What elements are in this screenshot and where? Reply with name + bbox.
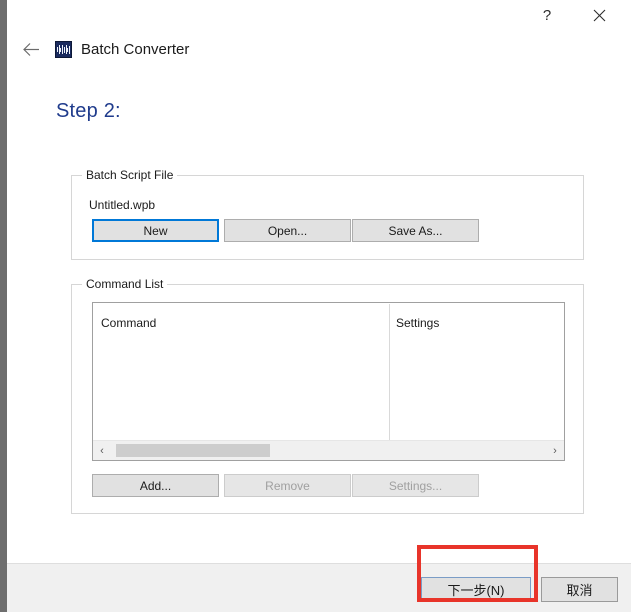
window-left-edge-strip [0, 0, 7, 612]
command-list-group-title: Command List [82, 277, 168, 291]
scroll-right-icon[interactable]: › [546, 441, 564, 460]
command-listview[interactable]: Command Settings ‹ › [92, 302, 565, 461]
app-title: Batch Converter [81, 41, 190, 58]
cancel-button-label: 取消 [566, 583, 593, 598]
batch-script-file-group: Batch Script File Untitled.wpb New Open.… [71, 168, 584, 260]
save-as-button[interactable]: Save As... [352, 219, 479, 242]
column-header-settings[interactable]: Settings [396, 316, 439, 330]
close-button[interactable] [576, 0, 622, 31]
settings-button-label: Settings... [388, 478, 443, 493]
back-arrow-icon [22, 42, 41, 60]
cancel-button[interactable]: 取消 [541, 577, 618, 602]
command-list-group: Command List Command Settings ‹ › Add...… [71, 277, 584, 514]
remove-button: Remove [224, 474, 351, 497]
wizard-footer: 下一步(N) 取消 [7, 563, 631, 612]
wizard-header: Batch Converter [7, 36, 631, 66]
open-button[interactable]: Open... [224, 219, 351, 242]
new-button[interactable]: New [92, 219, 219, 242]
batch-converter-wizard-window: ? Batch Converter Step 2: Batch Script F… [7, 0, 631, 612]
title-bar: ? [7, 0, 631, 32]
save-as-button-label: Save As... [388, 223, 443, 238]
scrollbar-thumb[interactable] [116, 444, 270, 457]
scroll-left-icon[interactable]: ‹ [93, 441, 111, 460]
next-button-label: 下一步(N) [447, 583, 505, 598]
waveform-icon [55, 41, 72, 58]
horizontal-scrollbar[interactable]: ‹ › [93, 440, 564, 460]
listview-header-row: Command Settings [93, 303, 564, 441]
batch-script-file-group-title: Batch Script File [82, 168, 178, 182]
back-button[interactable] [18, 38, 44, 64]
new-button-label: New [143, 223, 168, 238]
page-title: Step 2: [56, 100, 121, 122]
help-icon: ? [542, 7, 552, 24]
add-button-label: Add... [139, 478, 172, 493]
remove-button-label: Remove [265, 478, 310, 493]
close-icon [593, 9, 606, 22]
script-file-name: Untitled.wpb [89, 198, 156, 212]
settings-button: Settings... [352, 474, 479, 497]
add-button[interactable]: Add... [92, 474, 219, 497]
help-button[interactable]: ? [524, 0, 570, 31]
next-button[interactable]: 下一步(N) [421, 577, 531, 602]
open-button-label: Open... [267, 223, 308, 238]
column-header-command[interactable]: Command [101, 316, 156, 330]
column-divider [389, 304, 390, 440]
